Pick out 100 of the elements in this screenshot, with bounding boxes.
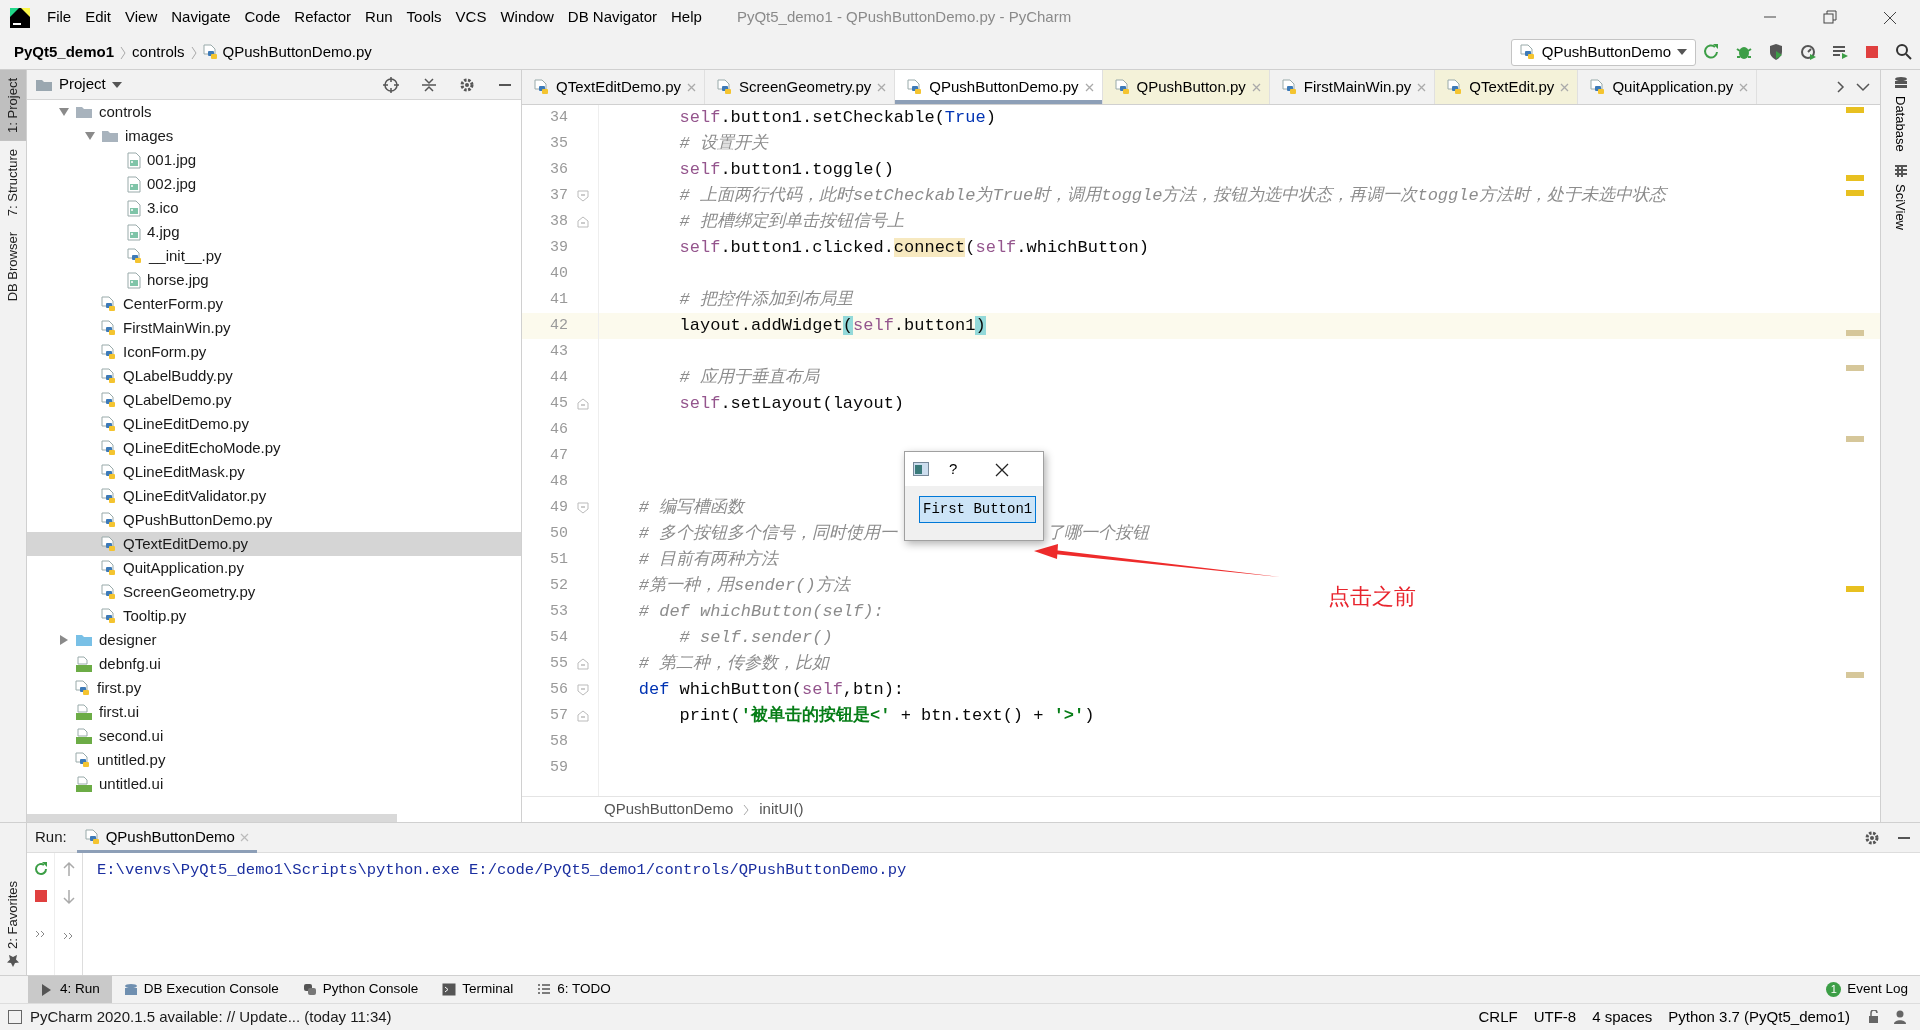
tree-item[interactable]: second.ui: [27, 724, 521, 748]
tree-item[interactable]: untitled.py: [27, 748, 521, 772]
tool-window-tab[interactable]: Python Console: [290, 975, 431, 1004]
panel-toggle-icon[interactable]: [8, 1010, 22, 1024]
project-view-dropdown[interactable]: Project: [59, 73, 106, 96]
tree-item[interactable]: CenterForm.py: [27, 292, 521, 316]
tree-item[interactable]: QLineEditEchoMode.py: [27, 436, 521, 460]
tool-window-tab[interactable]: SciView: [1888, 157, 1913, 236]
tree-item[interactable]: first.py: [27, 676, 521, 700]
breadcrumb-item[interactable]: QPushButtonDemo.py: [222, 40, 372, 64]
tree-item[interactable]: Tooltip.py: [27, 604, 521, 628]
gauge-icon[interactable]: [1799, 43, 1817, 61]
push-button[interactable]: First Button1: [919, 496, 1037, 523]
tool-window-tab[interactable]: Terminal: [430, 975, 526, 1004]
tool-window-tab[interactable]: 6: TODO: [525, 975, 623, 1004]
tree-item[interactable]: images: [27, 124, 521, 148]
tree-item[interactable]: __init__.py: [27, 244, 521, 268]
line-number: 43: [549, 341, 568, 362]
menu-item[interactable]: Tools: [399, 6, 449, 29]
menu-item[interactable]: Edit: [78, 6, 119, 29]
restore-icon[interactable]: [1822, 9, 1838, 26]
tree-item[interactable]: untitled.ui: [27, 772, 521, 796]
status-item[interactable]: Python 3.7 (PyQt5_demo1): [1660, 1005, 1858, 1029]
list-play-icon[interactable]: [1831, 43, 1849, 61]
tree-item[interactable]: 002.jpg: [27, 172, 521, 196]
close-icon[interactable]: [1882, 9, 1898, 26]
tree-item[interactable]: ScreenGeometry.py: [27, 580, 521, 604]
menu-item[interactable]: Run: [358, 6, 400, 29]
fold-marker-icon[interactable]: [577, 684, 589, 696]
up-arrow-icon[interactable]: [61, 861, 76, 877]
fold-marker-icon[interactable]: [577, 190, 589, 202]
editor-tab[interactable]: QPushButtonDemo.py: [895, 70, 1103, 104]
menu-item[interactable]: Navigate: [164, 6, 238, 29]
tree-item[interactable]: 001.jpg: [27, 148, 521, 172]
help-button[interactable]: ?: [949, 457, 958, 481]
tool-window-tab[interactable]: 1: Project: [0, 70, 26, 141]
inspector-icon[interactable]: [1892, 1009, 1908, 1025]
breadcrumb-item[interactable]: initUI(): [759, 798, 804, 821]
fold-marker-icon[interactable]: [577, 658, 589, 670]
status-item[interactable]: 4 spaces: [1584, 1005, 1661, 1029]
rerun-icon[interactable]: [1703, 43, 1721, 61]
tree-item[interactable]: debnfg.ui: [27, 652, 521, 676]
tree-item[interactable]: designer: [27, 628, 521, 652]
close-icon[interactable]: [995, 462, 1010, 477]
tree-item[interactable]: controls: [27, 100, 521, 124]
expand-icon[interactable]: [34, 929, 47, 939]
tree-item[interactable]: 3.ico: [27, 196, 521, 220]
status-item[interactable]: UTF-8: [1525, 1005, 1585, 1029]
shield-icon[interactable]: [1767, 43, 1785, 61]
menu-item[interactable]: View: [118, 6, 165, 29]
settings-icon[interactable]: [1864, 829, 1880, 846]
fold-marker-icon[interactable]: [577, 216, 589, 228]
scrollbar[interactable]: [27, 814, 397, 822]
editor-tab[interactable]: QTextEdit.py: [1435, 70, 1579, 104]
search-icon[interactable]: [1895, 43, 1913, 61]
settings-icon[interactable]: [459, 76, 475, 93]
tool-window-tab[interactable]: 4: Run: [28, 975, 112, 1004]
breadcrumb-item[interactable]: QPushButtonDemo: [604, 798, 734, 821]
tool-window-tab[interactable]: Database: [1888, 70, 1913, 158]
fold-marker-icon[interactable]: [577, 502, 589, 514]
breadcrumb-item[interactable]: controls: [132, 40, 185, 64]
run-tab[interactable]: QPushButtonDemo: [76, 822, 257, 853]
crosshair-icon[interactable]: [383, 76, 399, 93]
tree-item[interactable]: first.ui: [27, 700, 521, 724]
tree-item[interactable]: QPushButtonDemo.py: [27, 508, 521, 532]
tool-window-tab[interactable]: DB Execution Console: [111, 975, 291, 1004]
event-log-tab[interactable]: 1 Event Log: [1814, 975, 1920, 1004]
rerun-icon[interactable]: [32, 861, 49, 877]
tree-item[interactable]: QLabelDemo.py: [27, 388, 521, 412]
stop-icon[interactable]: [1863, 43, 1881, 61]
menu-item[interactable]: Code: [237, 6, 288, 29]
tool-window-tab[interactable]: 7: Structure: [0, 140, 26, 225]
tool-window-tab[interactable]: DB Browser: [0, 224, 26, 310]
tree-item[interactable]: horse.jpg: [27, 268, 521, 292]
menu-item[interactable]: DB Navigator: [560, 6, 664, 29]
collapse-all-icon[interactable]: [421, 76, 437, 93]
tree-item[interactable]: QLineEditDemo.py: [27, 412, 521, 436]
menu-item[interactable]: Help: [664, 6, 709, 29]
menu-item[interactable]: Refactor: [287, 6, 359, 29]
editor-tab[interactable]: QPushButton.py: [1102, 70, 1270, 104]
menu-item[interactable]: Window: [493, 6, 561, 29]
code-line: # 第二种，传参数，比如: [637, 653, 830, 676]
tree-item[interactable]: QLineEditValidator.py: [27, 484, 521, 508]
breadcrumb-item[interactable]: PyQt5_demo1: [14, 40, 115, 64]
run-configuration-dropdown[interactable]: QPushButtonDemo: [1510, 38, 1696, 66]
status-item[interactable]: CRLF: [1470, 1005, 1526, 1029]
down-arrow-icon[interactable]: [61, 889, 76, 905]
fold-marker-icon[interactable]: [577, 398, 589, 410]
fold-marker-icon[interactable]: [577, 710, 589, 722]
tree-item[interactable]: QLabelBuddy.py: [27, 364, 521, 388]
tree-item[interactable]: QLineEditMask.py: [27, 460, 521, 484]
tree-item[interactable]: IconForm.py: [27, 340, 521, 364]
stop-icon[interactable]: [33, 889, 48, 903]
menu-item[interactable]: VCS: [448, 6, 494, 29]
menu-item[interactable]: File: [40, 6, 79, 29]
tree-item[interactable]: 4.jpg: [27, 220, 521, 244]
tree-item[interactable]: QuitApplication.py: [27, 556, 521, 580]
expand-icon[interactable]: [62, 931, 75, 941]
tree-item[interactable]: QTextEditDemo.py: [27, 532, 521, 556]
tree-item[interactable]: FirstMainWin.py: [27, 316, 521, 340]
